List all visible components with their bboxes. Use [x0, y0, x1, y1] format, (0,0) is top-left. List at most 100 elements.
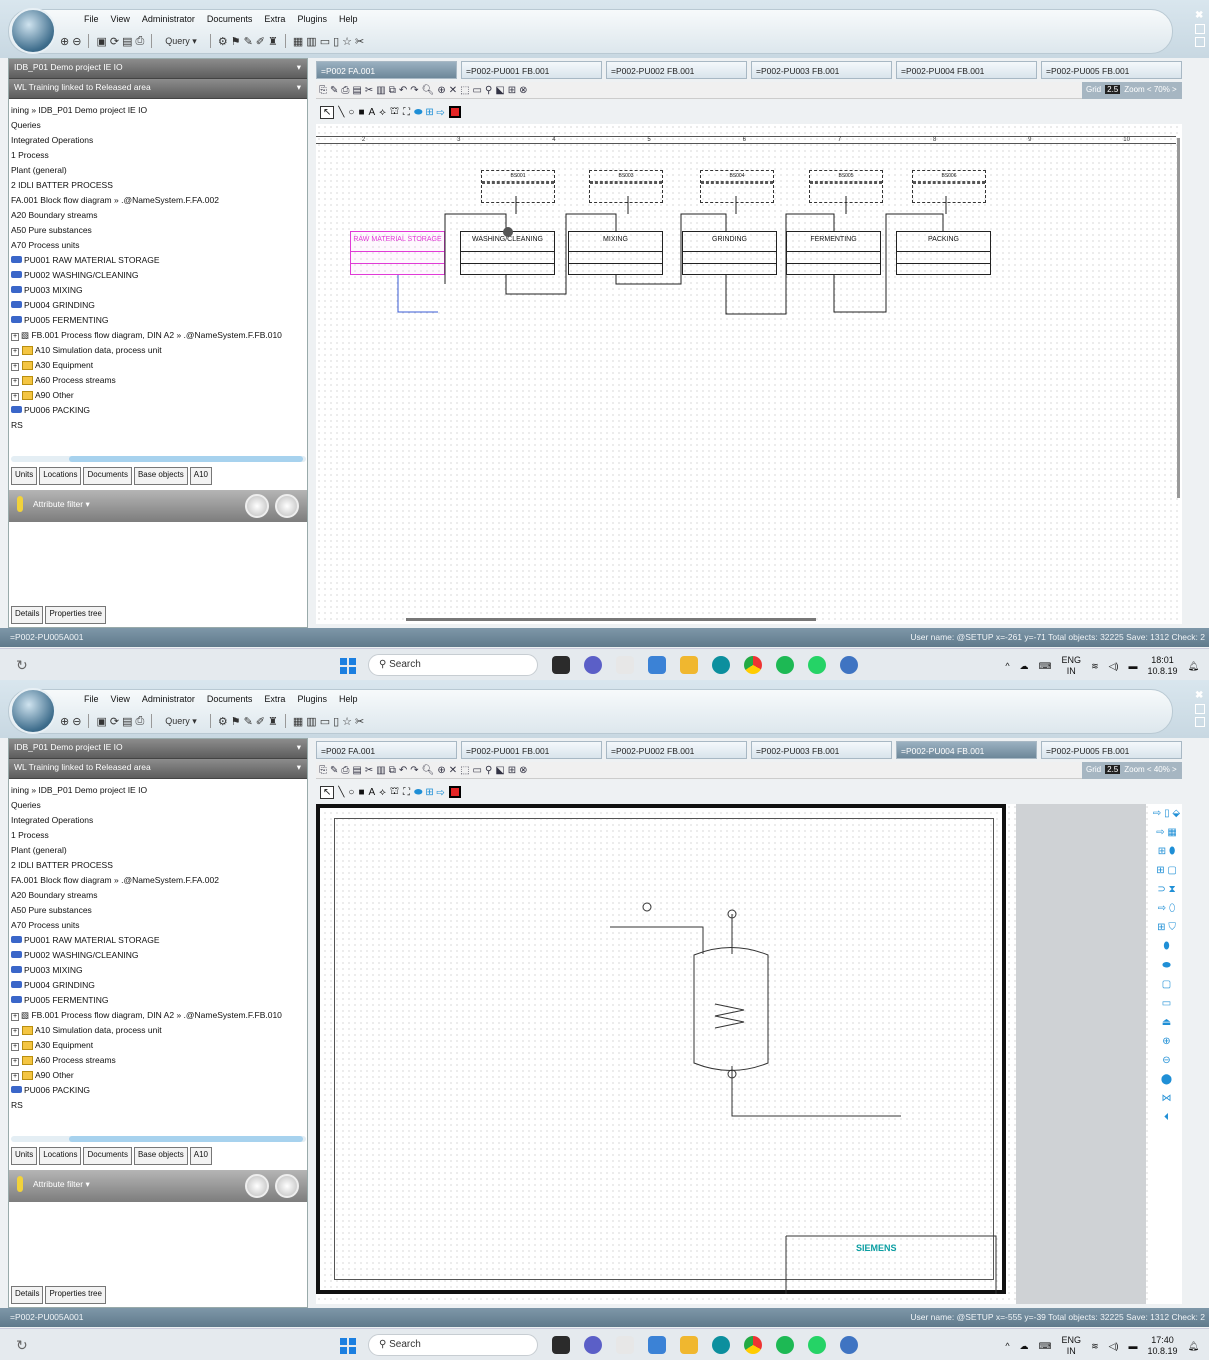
tree-item[interactable]: RS	[11, 418, 305, 433]
tool-icon-d[interactable]: ⬬ ⊞ ⇨	[414, 107, 444, 118]
tool-icon-5[interactable]: ♜	[268, 35, 278, 48]
battery-icon[interactable]: ▬	[1129, 1341, 1138, 1351]
app-logo-icon[interactable]	[10, 688, 56, 734]
expand-icon[interactable]: +	[11, 1043, 19, 1051]
star-icon[interactable]: ☆	[342, 35, 352, 48]
edge-icon[interactable]	[712, 656, 730, 674]
tab-documents[interactable]: Documents	[83, 467, 132, 485]
zoom-control[interactable]: Zoom < 40% >	[1124, 765, 1176, 774]
tree-item[interactable]: Plant (general)	[11, 843, 305, 858]
rect-tool-icon[interactable]: ■	[358, 107, 364, 118]
drawing-canvas[interactable]: 2 3 4 5 6 7 8 9 10 RAW MATERIAL STORAGE WASHING/CL…	[316, 124, 1182, 624]
tab-locations[interactable]: Locations	[39, 1147, 82, 1165]
menu-extra[interactable]: Extra	[258, 14, 291, 24]
refresh-icon[interactable]: ⟳	[110, 715, 119, 728]
menu-plugins[interactable]: Plugins	[291, 14, 333, 24]
palette-symbol-icon[interactable]: ⊕	[1151, 1032, 1182, 1051]
tool-icon-a[interactable]: ⟡	[379, 107, 386, 118]
document-tab[interactable]: =P002-PU005 FB.001	[1041, 741, 1182, 759]
circle-tool-icon[interactable]: ○	[348, 107, 354, 118]
notification-icon[interactable]: 🔔︎	[1188, 661, 1199, 672]
palette-symbol-icon[interactable]: ⬮	[1151, 937, 1182, 956]
tree-item[interactable]: A50 Pure substances	[11, 903, 305, 918]
tree-item[interactable]: + A10 Simulation data, process unit	[11, 343, 305, 358]
query-menu[interactable]: Query ▾	[165, 716, 197, 727]
text-tool-icon[interactable]: A	[369, 787, 376, 798]
tool-icon-8[interactable]: ▭	[320, 35, 330, 48]
tree-item[interactable]: PU004 GRINDING	[11, 978, 305, 993]
tree-item[interactable]: 2 IDLI BATTER PROCESS	[11, 178, 305, 193]
notification-icon[interactable]: 🔔︎	[1188, 1341, 1199, 1352]
tab-units[interactable]: Units	[11, 1147, 38, 1165]
tree-item[interactable]: ining » IDB_P01 Demo project IE IO	[11, 783, 305, 798]
back-icon[interactable]: ⊕	[60, 35, 69, 48]
tree-item[interactable]: PU002 WASHING/CLEANING	[11, 268, 305, 283]
spotify-icon[interactable]	[776, 656, 794, 674]
tab-base-objects[interactable]: Base objects	[133, 467, 188, 485]
document-tab[interactable]: =P002-PU005 FB.001	[1041, 61, 1182, 79]
teams-icon[interactable]	[584, 656, 602, 674]
document-tab[interactable]: =P002 FA.001	[316, 741, 457, 759]
filter-apply-icon[interactable]	[245, 1174, 269, 1198]
tree-hscrollbar[interactable]	[11, 456, 306, 462]
expand-icon[interactable]: +	[11, 1013, 19, 1021]
expand-icon[interactable]: +	[11, 378, 19, 386]
teams-icon[interactable]	[584, 1336, 602, 1354]
tab-properties-tree[interactable]: Properties tree	[45, 606, 106, 624]
expand-icon[interactable]: +	[11, 348, 19, 356]
wifi-icon[interactable]: ≋	[1091, 661, 1099, 672]
project-combo[interactable]: IDB_P01 Demo project IE IO	[9, 59, 307, 79]
palette-symbol-icon[interactable]: ⇨ ▦	[1151, 823, 1182, 842]
refresh-icon[interactable]: ⟳	[110, 35, 119, 48]
palette-symbol-icon[interactable]: ▢	[1151, 975, 1182, 994]
tree-item[interactable]: + A30 Equipment	[11, 358, 305, 373]
tool-icon-2[interactable]: ⚑	[231, 35, 241, 48]
refresh-icon[interactable]: ↻	[16, 657, 28, 674]
document-tab[interactable]: =P002-PU004 FB.001	[896, 61, 1037, 79]
comos-icon[interactable]	[840, 1336, 858, 1354]
nozzle-icon[interactable]	[642, 902, 652, 912]
tree-item[interactable]: Integrated Operations	[11, 813, 305, 828]
widget-icon[interactable]	[648, 1336, 666, 1354]
tree-item[interactable]: PU002 WASHING/CLEANING	[11, 948, 305, 963]
tree-item[interactable]: A70 Process units	[11, 918, 305, 933]
tree-item[interactable]: + A10 Simulation data, process unit	[11, 1023, 305, 1038]
onedrive-icon[interactable]: ☁	[1020, 661, 1029, 672]
close-icon[interactable]: ✖	[1195, 690, 1205, 701]
app-icon[interactable]	[616, 1336, 634, 1354]
project-combo[interactable]: IDB_P01 Demo project IE IO	[9, 739, 307, 759]
tool-icon-1[interactable]: ⚙	[218, 35, 228, 48]
stream-line[interactable]	[444, 213, 507, 284]
expand-icon[interactable]: +	[11, 393, 19, 401]
printer-icon[interactable]: ⎙	[135, 715, 144, 728]
tree-item[interactable]: ining » IDB_P01 Demo project IE IO	[11, 103, 305, 118]
palette-symbol-icon[interactable]: ▭	[1151, 994, 1182, 1013]
tree-item[interactable]: + A60 Process streams	[11, 1053, 305, 1068]
expand-icon[interactable]: +	[11, 1058, 19, 1066]
forward-icon[interactable]: ⊖	[72, 715, 81, 728]
palette-symbol-icon[interactable]: ⊖	[1151, 1051, 1182, 1070]
language-indicator[interactable]: ENG IN	[1062, 655, 1082, 677]
palette-symbol-icon[interactable]: ⊃ ⧗	[1151, 880, 1182, 899]
tree-item[interactable]: PU003 MIXING	[11, 963, 305, 978]
clock[interactable]: 17:40 10.8.19	[1148, 1335, 1178, 1357]
printer-icon[interactable]: ⎙	[135, 35, 144, 48]
palette-symbol-icon[interactable]: ⬤	[1151, 1070, 1182, 1089]
menu-help[interactable]: Help	[333, 694, 364, 704]
tool-icon-6[interactable]: ▦	[293, 35, 303, 48]
tree-item[interactable]: PU006 PACKING	[11, 403, 305, 418]
palette-symbol-icon[interactable]: ⇨ ▯ ⬙	[1151, 804, 1182, 823]
menu-view[interactable]: View	[105, 14, 136, 24]
comos-icon[interactable]	[840, 656, 858, 674]
onedrive-icon[interactable]: ☁	[1020, 1341, 1029, 1352]
refresh-icon[interactable]: ↻	[16, 1337, 28, 1354]
tool-icon-10[interactable]: ✂	[355, 35, 364, 48]
tool-icon-c[interactable]: ⛶	[403, 787, 410, 798]
tree-item[interactable]: A20 Boundary streams	[11, 888, 305, 903]
tree-item[interactable]: 1 Process	[11, 828, 305, 843]
vessel-line[interactable]	[714, 1003, 745, 1029]
tool-icon-4[interactable]: ✐	[256, 715, 265, 728]
tool-icon-7[interactable]: ▥	[306, 715, 316, 728]
tree-item[interactable]: Integrated Operations	[11, 133, 305, 148]
document-tab[interactable]: =P002-PU004 FB.001	[896, 741, 1037, 759]
